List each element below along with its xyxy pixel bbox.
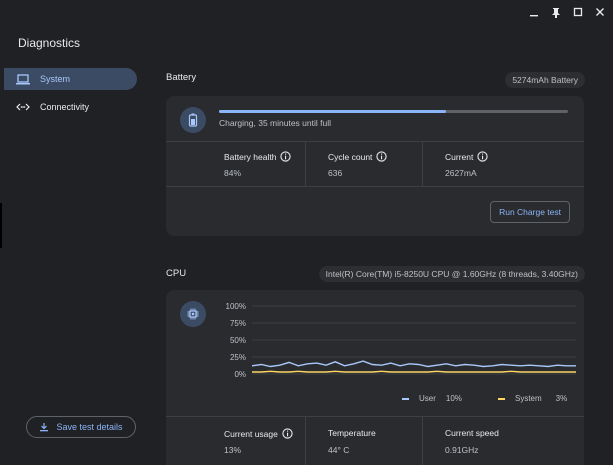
legend-system-swatch xyxy=(498,397,505,400)
run-charge-test-button[interactable]: Run Charge test xyxy=(490,201,570,223)
sidebar-item-connectivity[interactable]: Connectivity xyxy=(4,96,137,118)
series-line-user xyxy=(251,360,576,368)
divider xyxy=(166,416,584,417)
divider xyxy=(422,142,423,186)
current-text: Current xyxy=(445,151,474,162)
sidebar-nav: System Connectivity xyxy=(4,68,137,124)
save-test-details-button[interactable]: Save test details xyxy=(26,416,136,438)
charge-progress-bar xyxy=(219,110,568,113)
info-icon[interactable] xyxy=(282,428,293,439)
legend-system: System 3% xyxy=(498,394,567,403)
legend-system-value: 3% xyxy=(555,394,568,403)
connectivity-icon xyxy=(16,101,30,113)
sidebar-item-label: Connectivity xyxy=(40,102,90,112)
maximize-button[interactable] xyxy=(569,4,587,20)
laptop-icon xyxy=(16,73,30,85)
current-speed-value: 0.91GHz xyxy=(445,445,479,455)
close-button[interactable] xyxy=(591,4,609,20)
info-icon[interactable] xyxy=(376,151,388,162)
y-tick-label: 100% xyxy=(226,302,246,311)
battery-capacity-chip: 5274mAh Battery xyxy=(505,72,585,88)
maximize-icon xyxy=(573,7,583,17)
app-title: Diagnostics xyxy=(18,36,81,50)
cpu-section-title: CPU xyxy=(166,268,187,279)
download-icon xyxy=(39,422,49,432)
cpu-usage-chart: 100% 75% 50% 25% 0% xyxy=(226,302,576,379)
cpu-card: 100% 75% 50% 25% 0% User 10% System 3% Curre… xyxy=(166,290,584,465)
legend-system-label: System xyxy=(515,394,542,403)
current-speed-label: Current speed xyxy=(445,428,499,438)
battery-health-value: 84% xyxy=(224,168,242,178)
cpu-model-chip: Intel(R) Core(TM) i5-8250U CPU @ 1.60GHz… xyxy=(318,266,585,282)
legend-user-label: User xyxy=(419,394,436,403)
y-tick-label: 75% xyxy=(230,319,246,328)
current-usage-text: Current usage xyxy=(224,428,278,439)
pin-icon xyxy=(552,7,560,18)
info-icon[interactable] xyxy=(280,151,292,162)
current-speed-text: Current speed xyxy=(445,428,499,438)
pin-button[interactable] xyxy=(547,4,565,20)
divider xyxy=(422,417,423,465)
minimize-icon xyxy=(530,15,538,17)
battery-health-text: Battery health xyxy=(224,151,277,162)
left-edge-artifact xyxy=(0,203,2,248)
cycle-count-text: Cycle count xyxy=(328,151,373,162)
battery-health-label: Battery health xyxy=(224,151,292,162)
divider xyxy=(305,142,306,186)
divider xyxy=(305,417,306,465)
save-label: Save test details xyxy=(56,422,123,432)
sidebar-item-system[interactable]: System xyxy=(4,68,137,90)
y-tick-label: 0% xyxy=(234,370,246,379)
divider xyxy=(166,141,584,142)
battery-card: Charging, 35 minutes until full Battery … xyxy=(166,96,584,236)
info-icon[interactable] xyxy=(477,151,488,162)
legend-user: User 10% xyxy=(402,394,462,403)
temperature-label: Temperature xyxy=(328,428,376,438)
current-value: 2627mA xyxy=(445,168,477,178)
current-usage-value: 13% xyxy=(224,445,242,455)
current-label: Current xyxy=(445,151,488,162)
y-tick-label: 50% xyxy=(230,336,246,345)
window-controls xyxy=(525,4,609,20)
y-tick-label: 25% xyxy=(230,353,246,362)
battery-section-title: Battery xyxy=(166,72,197,83)
legend-user-swatch xyxy=(402,397,409,400)
sidebar-item-label: System xyxy=(40,74,71,84)
battery-icon xyxy=(180,107,206,133)
series-line-system xyxy=(252,370,576,373)
minimize-button[interactable] xyxy=(525,4,543,20)
temperature-value: 44° C xyxy=(328,445,350,455)
cycle-count-label: Cycle count xyxy=(328,151,388,162)
charge-status: Charging, 35 minutes until full xyxy=(219,118,331,128)
divider xyxy=(166,186,584,187)
current-usage-label: Current usage xyxy=(224,428,293,439)
cycle-count-value: 636 xyxy=(328,168,343,178)
close-icon xyxy=(596,8,604,16)
temperature-text: Temperature xyxy=(328,428,376,438)
legend-user-value: 10% xyxy=(445,394,462,403)
charge-progress-fill xyxy=(219,110,446,113)
